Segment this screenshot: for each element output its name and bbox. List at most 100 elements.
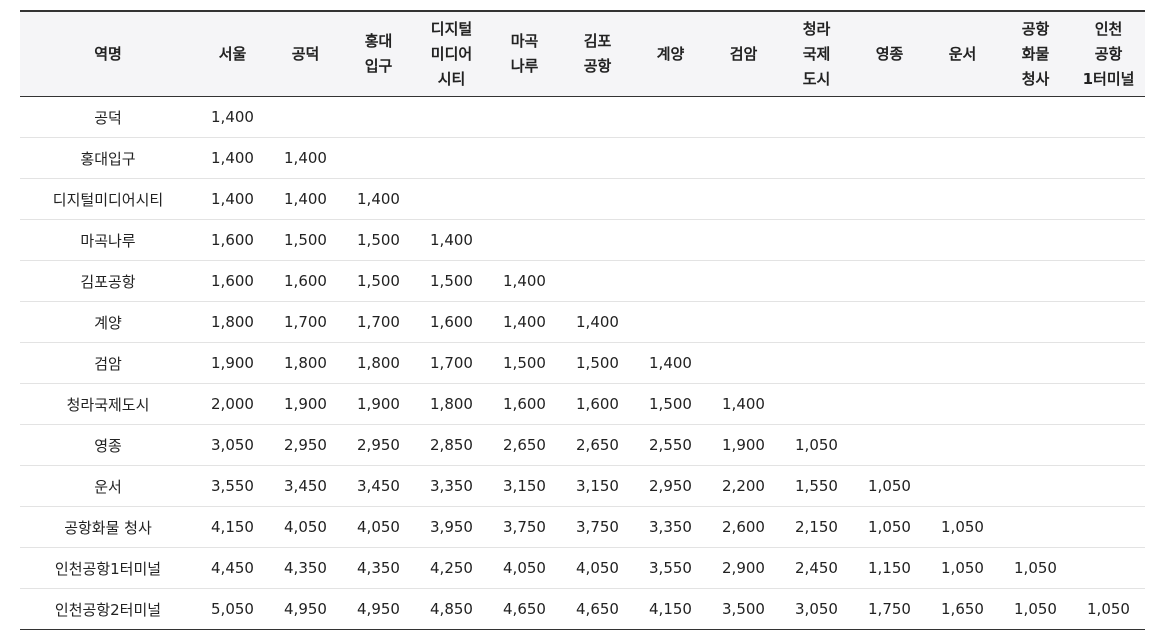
- fare-cell: 1,400: [269, 137, 342, 179]
- fare-cell: [1072, 465, 1145, 507]
- fare-cell: [1072, 383, 1145, 425]
- fare-cell: [342, 96, 415, 138]
- fare-cell: 1,800: [342, 342, 415, 384]
- fare-cell: [999, 178, 1072, 220]
- table-row: 홍대입구 1,400 1,400: [20, 137, 1145, 179]
- station-name-cell: 인천공항1터미널: [20, 547, 196, 589]
- fare-cell: 3,500: [707, 588, 780, 630]
- fare-cell: [634, 301, 707, 343]
- fare-cell: 1,500: [561, 342, 634, 384]
- fare-cell: [561, 178, 634, 220]
- station-name-cell: 홍대입구: [20, 137, 196, 179]
- fare-cell: [780, 137, 853, 179]
- fare-cell: [1072, 178, 1145, 220]
- table-row: 디지털미디어시티 1,400 1,400 1,400: [20, 178, 1145, 220]
- fare-cell: [999, 342, 1072, 384]
- fare-cell: 3,450: [269, 465, 342, 507]
- station-name-cell: 인천공항2터미널: [20, 588, 196, 630]
- fare-cell: [853, 219, 926, 261]
- fare-cell: 1,600: [196, 260, 269, 302]
- fare-cell: 3,550: [634, 547, 707, 589]
- fare-cell: 1,500: [342, 260, 415, 302]
- fare-cell: 4,450: [196, 547, 269, 589]
- fare-cell: [634, 260, 707, 302]
- fare-cell: 2,900: [707, 547, 780, 589]
- fare-cell: [853, 342, 926, 384]
- fare-cell: [926, 301, 999, 343]
- fare-cell: [415, 137, 488, 179]
- table-row: 마곡나루 1,600 1,500 1,500 1,400: [20, 219, 1145, 261]
- fare-cell: 1,050: [1072, 588, 1145, 630]
- fare-cell: 2,950: [634, 465, 707, 507]
- fare-cell: 1,700: [342, 301, 415, 343]
- fare-cell: [926, 96, 999, 138]
- fare-cell: 3,450: [342, 465, 415, 507]
- fare-cell: [488, 137, 561, 179]
- fare-cell: [853, 424, 926, 466]
- fare-cell: [999, 424, 1072, 466]
- station-name-cell: 운서: [20, 465, 196, 507]
- fare-cell: [926, 424, 999, 466]
- fare-cell: 3,750: [488, 506, 561, 548]
- fare-cell: 1,150: [853, 547, 926, 589]
- fare-cell: [707, 137, 780, 179]
- column-header: 공항 화물 청사: [999, 10, 1072, 97]
- fare-cell: [342, 137, 415, 179]
- fare-cell: [707, 96, 780, 138]
- fare-cell: [634, 178, 707, 220]
- fare-cell: [1072, 547, 1145, 589]
- fare-cell: 1,400: [707, 383, 780, 425]
- fare-cell: [853, 301, 926, 343]
- table-row: 운서 3,550 3,450 3,450 3,350 3,150 3,150 2,950 2,2…: [20, 465, 1145, 507]
- fare-cell: 2,450: [780, 547, 853, 589]
- fare-cell: [926, 342, 999, 384]
- fare-cell: 1,900: [196, 342, 269, 384]
- fare-cell: 1,800: [269, 342, 342, 384]
- fare-cell: [999, 96, 1072, 138]
- fare-cell: [561, 137, 634, 179]
- table-row: 인천공항1터미널 4,450 4,350 4,350 4,250 4,050 4,050 3,…: [20, 547, 1145, 589]
- fare-cell: 1,050: [926, 506, 999, 548]
- fare-cell: [853, 137, 926, 179]
- fare-cell: 3,950: [415, 506, 488, 548]
- fare-cell: [1072, 342, 1145, 384]
- fare-cell: 3,050: [780, 588, 853, 630]
- fare-cell: [488, 178, 561, 220]
- fare-cell: [561, 260, 634, 302]
- fare-cell: 2,650: [561, 424, 634, 466]
- fare-cell: 3,150: [561, 465, 634, 507]
- fare-cell: 2,950: [342, 424, 415, 466]
- fare-cell: 1,500: [342, 219, 415, 261]
- fare-cell: [634, 219, 707, 261]
- fare-cell: [780, 260, 853, 302]
- fare-cell: [1072, 219, 1145, 261]
- station-name-cell: 계양: [20, 301, 196, 343]
- fare-cell: [853, 96, 926, 138]
- station-name-cell: 공덕: [20, 96, 196, 138]
- station-name-cell: 영종: [20, 424, 196, 466]
- fare-cell: 4,350: [269, 547, 342, 589]
- table-row: 청라국제도시 2,000 1,900 1,900 1,800 1,600 1,600 1,50…: [20, 383, 1145, 425]
- fare-cell: [1072, 260, 1145, 302]
- column-header: 검암: [707, 10, 780, 97]
- fare-cell: 3,550: [196, 465, 269, 507]
- fare-cell: [488, 96, 561, 138]
- fare-cell: [999, 465, 1072, 507]
- fare-cell: [1072, 424, 1145, 466]
- station-name-cell: 김포공항: [20, 260, 196, 302]
- fare-cell: 1,600: [415, 301, 488, 343]
- fare-cell: [999, 383, 1072, 425]
- fare-cell: [853, 178, 926, 220]
- fare-cell: 1,400: [488, 301, 561, 343]
- column-header: 계양: [634, 10, 707, 97]
- fare-cell: 4,050: [488, 547, 561, 589]
- column-header: 김포 공항: [561, 10, 634, 97]
- fare-cell: 4,950: [269, 588, 342, 630]
- fare-cell: 4,250: [415, 547, 488, 589]
- fare-cell: 3,750: [561, 506, 634, 548]
- fare-cell: 2,950: [269, 424, 342, 466]
- fare-cell: [707, 260, 780, 302]
- station-name-cell: 청라국제도시: [20, 383, 196, 425]
- column-header: 디지털 미디어 시티: [415, 10, 488, 97]
- fare-cell: 2,600: [707, 506, 780, 548]
